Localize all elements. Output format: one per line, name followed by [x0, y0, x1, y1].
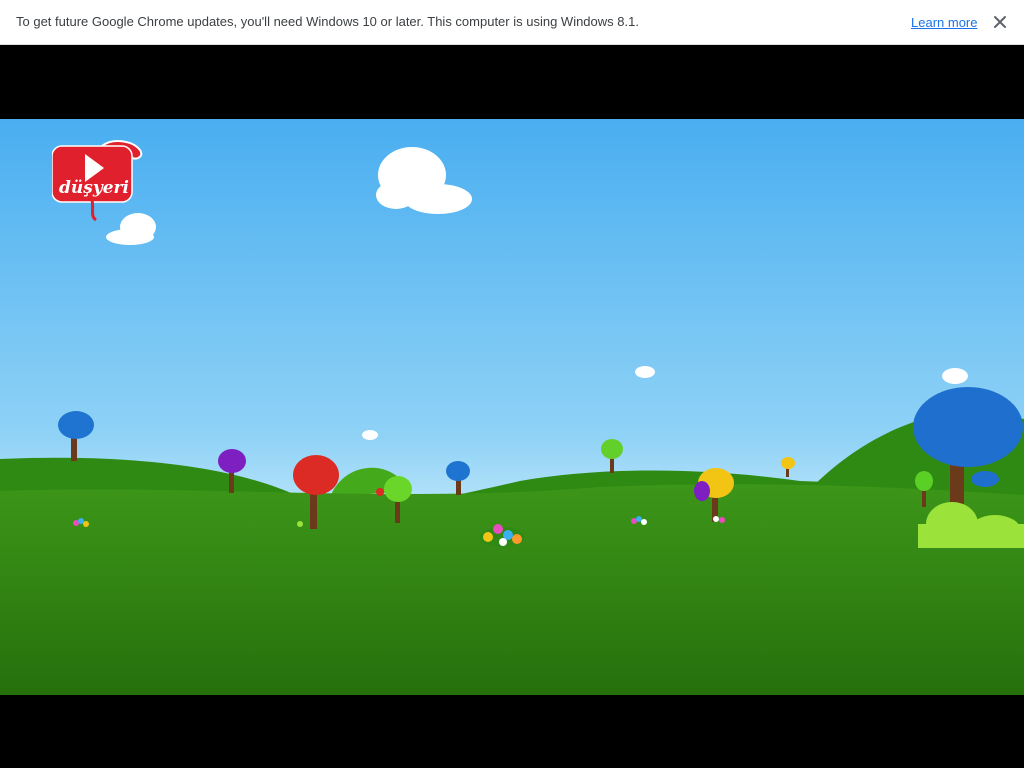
infobar-message: To get future Google Chrome updates, you…	[16, 14, 639, 29]
logo-text: düşyeri	[59, 178, 129, 198]
video-frame[interactable]	[0, 119, 1024, 695]
cartoon-landscape	[0, 119, 1024, 695]
update-infobar: To get future Google Chrome updates, you…	[0, 0, 1024, 45]
close-icon[interactable]	[990, 12, 1010, 32]
learn-more-link[interactable]: Learn more	[911, 15, 977, 30]
